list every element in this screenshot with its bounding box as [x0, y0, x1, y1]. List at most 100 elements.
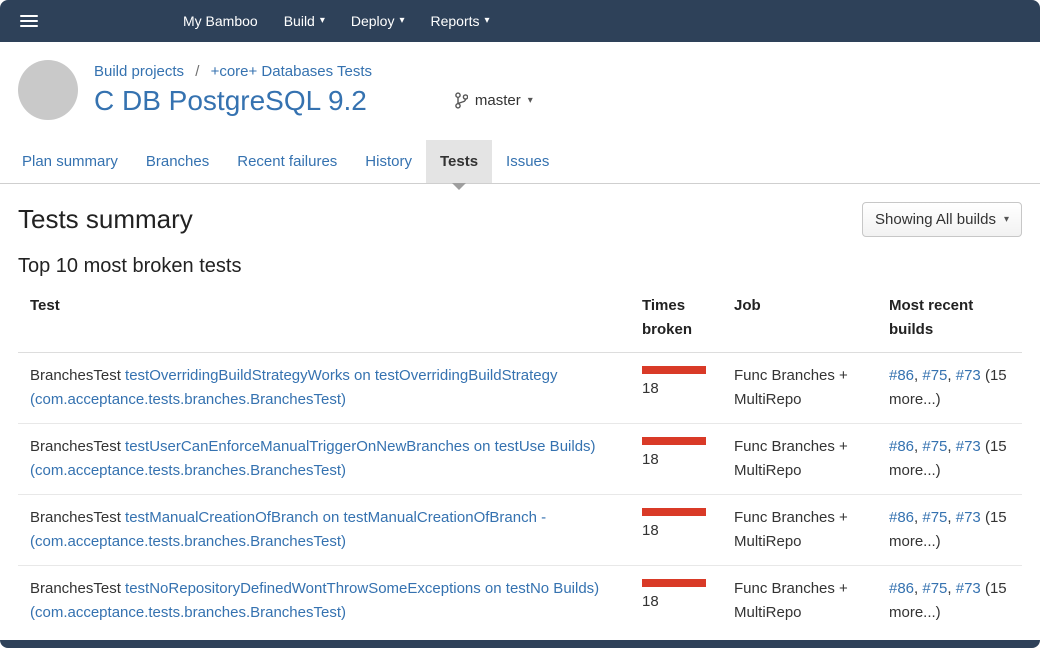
branch-icon [455, 92, 468, 109]
build-link[interactable]: #73 [956, 509, 981, 526]
col-header-most-recent-builds: Most recent builds [877, 288, 1022, 353]
test-class-prefix: BranchesTest [30, 438, 125, 455]
branch-selector[interactable]: master ▾ [455, 92, 533, 109]
build-link[interactable]: #75 [922, 580, 947, 597]
nav-my-bamboo[interactable]: My Bamboo [170, 0, 271, 42]
section-title: Top 10 most broken tests [18, 255, 1022, 278]
tab-issues[interactable]: Issues [492, 140, 563, 183]
tests-summary-title: Tests summary [18, 204, 193, 235]
col-header-job: Job [722, 288, 877, 353]
build-links: #86, #75, #73 [889, 438, 981, 455]
col-header-times-broken: Times broken [630, 288, 722, 353]
build-link[interactable]: #73 [956, 438, 981, 455]
job-cell: Func Branches + MultiRepo [722, 353, 877, 424]
bamboo-app: My Bamboo Build ▾ Deploy ▾ Reports ▾ Bui… [0, 0, 1040, 648]
table-row: BranchesTest testUserCanEnforceManualTri… [18, 424, 1022, 495]
table-row: BranchesTest testOverridingBuildStrategy… [18, 353, 1022, 424]
broken-bar [642, 508, 706, 516]
tab-history[interactable]: History [351, 140, 426, 183]
main-content: Tests summary Showing All builds ▾ Top 1… [0, 184, 1040, 636]
breadcrumb-separator: / [188, 63, 206, 80]
menu-button[interactable] [16, 9, 42, 33]
build-links: #86, #75, #73 [889, 367, 981, 384]
test-class-prefix: BranchesTest [30, 580, 125, 597]
broken-tests-table: Test Times broken Job Most recent builds… [18, 288, 1022, 636]
times-broken-value: 18 [642, 451, 659, 468]
nav-deploy[interactable]: Deploy ▾ [338, 0, 418, 42]
nav-my-bamboo-label: My Bamboo [183, 0, 258, 42]
caret-down-icon: ▾ [320, 16, 325, 26]
build-link[interactable]: #75 [922, 367, 947, 384]
hamburger-icon [20, 15, 38, 17]
tab-tests[interactable]: Tests [426, 140, 492, 183]
plan-header: Build projects / +core+ Databases Tests … [0, 42, 1040, 140]
navbar-items: My Bamboo Build ▾ Deploy ▾ Reports ▾ [170, 0, 503, 42]
builds-filter-label: Showing All builds [875, 211, 996, 228]
job-cell: Func Branches + MultiRepo [722, 566, 877, 637]
summary-head: Tests summary Showing All builds ▾ [18, 202, 1022, 237]
times-broken-cell: 18 [630, 495, 722, 566]
test-cell: BranchesTest testManualCreationOfBranch … [18, 495, 630, 566]
separator: , [947, 580, 955, 597]
caret-down-icon: ▾ [1004, 215, 1009, 225]
nav-build[interactable]: Build ▾ [271, 0, 338, 42]
times-broken-value: 18 [642, 522, 659, 539]
build-links: #86, #75, #73 [889, 580, 981, 597]
separator: , [947, 438, 955, 455]
builds-filter-button[interactable]: Showing All builds ▾ [862, 202, 1022, 237]
recent-builds-cell: #86, #75, #73 (15 more...) [877, 353, 1022, 424]
recent-builds-cell: #86, #75, #73 (15 more...) [877, 495, 1022, 566]
test-cell: BranchesTest testOverridingBuildStrategy… [18, 353, 630, 424]
plan-tabs: Plan summary Branches Recent failures Hi… [0, 140, 1040, 184]
table-row: BranchesTest testNoRepositoryDefinedWont… [18, 566, 1022, 637]
times-broken-cell: 18 [630, 566, 722, 637]
build-link[interactable]: #73 [956, 580, 981, 597]
times-broken-value: 18 [642, 380, 659, 397]
table-header-row: Test Times broken Job Most recent builds [18, 288, 1022, 353]
title-row: C DB PostgreSQL 9.2 master ▾ [94, 84, 533, 118]
nav-deploy-label: Deploy [351, 0, 395, 42]
plan-header-text: Build projects / +core+ Databases Tests … [94, 63, 533, 118]
top-navbar: My Bamboo Build ▾ Deploy ▾ Reports ▾ [0, 0, 1040, 42]
build-link[interactable]: #86 [889, 367, 914, 384]
caret-down-icon: ▾ [399, 16, 404, 26]
build-links: #86, #75, #73 [889, 509, 981, 526]
broken-bar [642, 437, 706, 445]
broken-bar [642, 579, 706, 587]
breadcrumb: Build projects / +core+ Databases Tests [94, 63, 533, 80]
tab-recent-failures[interactable]: Recent failures [223, 140, 351, 183]
page-title: C DB PostgreSQL 9.2 [94, 84, 367, 118]
recent-builds-cell: #86, #75, #73 (15 more...) [877, 424, 1022, 495]
table-row: BranchesTest testManualCreationOfBranch … [18, 495, 1022, 566]
caret-down-icon: ▾ [528, 96, 533, 106]
nav-reports-label: Reports [431, 0, 480, 42]
test-class-prefix: BranchesTest [30, 367, 125, 384]
times-broken-value: 18 [642, 593, 659, 610]
separator: , [947, 509, 955, 526]
test-cell: BranchesTest testUserCanEnforceManualTri… [18, 424, 630, 495]
test-class-prefix: BranchesTest [30, 509, 125, 526]
build-link[interactable]: #86 [889, 580, 914, 597]
breadcrumb-build-projects[interactable]: Build projects [94, 63, 184, 80]
build-link[interactable]: #75 [922, 509, 947, 526]
caret-down-icon: ▾ [485, 16, 490, 26]
branch-name: master [475, 92, 521, 109]
plan-avatar [18, 60, 78, 120]
test-cell: BranchesTest testNoRepositoryDefinedWont… [18, 566, 630, 637]
nav-build-label: Build [284, 0, 315, 42]
col-header-test: Test [18, 288, 630, 353]
recent-builds-cell: #86, #75, #73 (15 more...) [877, 566, 1022, 637]
build-link[interactable]: #75 [922, 438, 947, 455]
tab-branches[interactable]: Branches [132, 140, 223, 183]
footer-strip [0, 640, 1040, 648]
build-link[interactable]: #86 [889, 509, 914, 526]
breadcrumb-plan-group[interactable]: +core+ Databases Tests [211, 63, 372, 80]
tab-plan-summary[interactable]: Plan summary [8, 140, 132, 183]
build-link[interactable]: #86 [889, 438, 914, 455]
separator: , [947, 367, 955, 384]
job-cell: Func Branches + MultiRepo [722, 495, 877, 566]
nav-reports[interactable]: Reports ▾ [418, 0, 503, 42]
build-link[interactable]: #73 [956, 367, 981, 384]
broken-bar [642, 366, 706, 374]
times-broken-cell: 18 [630, 424, 722, 495]
